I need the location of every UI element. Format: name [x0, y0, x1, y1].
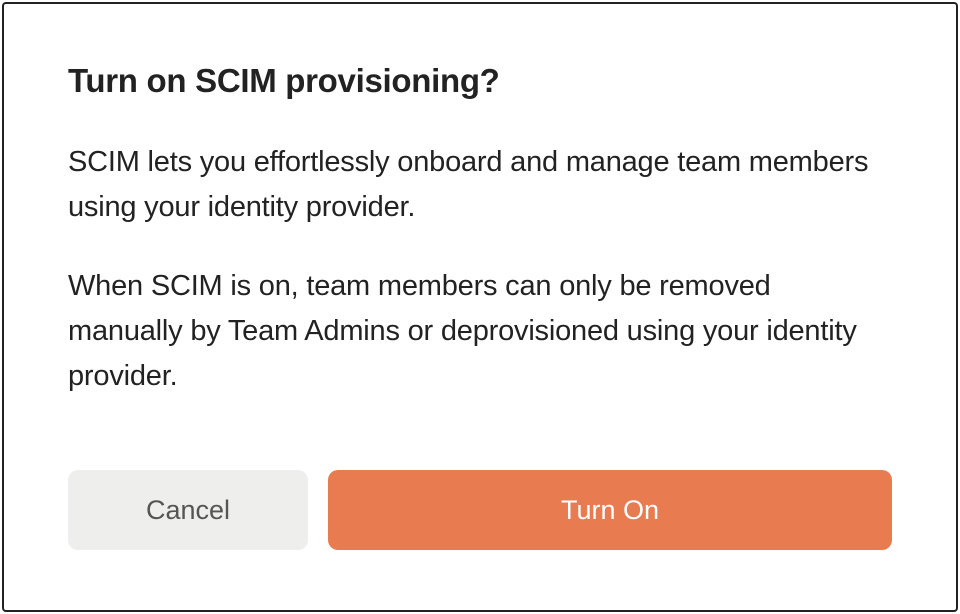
- dialog-paragraph-1: SCIM lets you effortlessly onboard and m…: [68, 140, 892, 230]
- dialog-actions: Cancel Turn On: [68, 470, 892, 550]
- cancel-button[interactable]: Cancel: [68, 470, 308, 550]
- dialog-body: SCIM lets you effortlessly onboard and m…: [68, 140, 892, 460]
- dialog-paragraph-2: When SCIM is on, team members can only b…: [68, 264, 892, 399]
- scim-provisioning-dialog: Turn on SCIM provisioning? SCIM lets you…: [2, 2, 958, 612]
- turn-on-button[interactable]: Turn On: [328, 470, 892, 550]
- dialog-title: Turn on SCIM provisioning?: [68, 62, 892, 100]
